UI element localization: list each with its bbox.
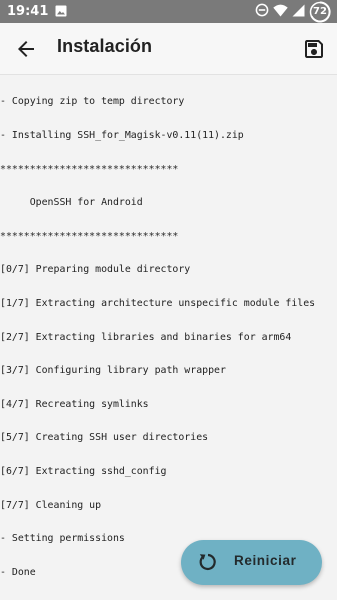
arrow-back-icon[interactable] [14, 37, 38, 61]
log-line: [7/7] Cleaning up [0, 499, 102, 511]
log-line: [2/7] Extracting libraries and binaries … [0, 331, 292, 343]
log-line: [3/7] Configuring library path wrapper [0, 365, 226, 377]
app-bar: Instalación [0, 23, 337, 75]
log-line: [5/7] Creating SSH user directories [0, 432, 209, 444]
log-line: ****************************** [0, 163, 179, 175]
restart-icon [197, 551, 219, 573]
log-line: - Copying zip to temp directory [0, 96, 185, 108]
log-line: [0/7] Preparing module directory [0, 264, 191, 276]
do-not-disturb-icon [255, 2, 269, 21]
restart-label: Reiniciar [234, 553, 297, 568]
status-time: 19:41 [7, 4, 49, 19]
log-line: ****************************** [0, 230, 179, 242]
page-title: Instalación [57, 36, 153, 56]
install-log: - Copying zip to temp directory - Instal… [0, 74, 337, 589]
status-bar: 19:41 72 [0, 0, 337, 23]
battery-level: 72 [313, 5, 327, 17]
log-line: [4/7] Recreating symlinks [0, 398, 149, 410]
signal-icon [292, 2, 305, 21]
log-line: [6/7] Extracting sshd_config [0, 465, 167, 477]
image-icon [55, 2, 67, 21]
wifi-icon [273, 2, 288, 21]
log-line: OpenSSH for Android [0, 197, 143, 209]
battery-icon: 72 [309, 0, 331, 23]
log-line: - Installing SSH_for_Magisk-v0.11(11).zi… [0, 130, 244, 141]
save-icon[interactable] [302, 37, 326, 61]
log-line: [1/7] Extracting architecture unspecific… [0, 297, 316, 309]
restart-button[interactable]: Reiniciar [181, 540, 322, 585]
